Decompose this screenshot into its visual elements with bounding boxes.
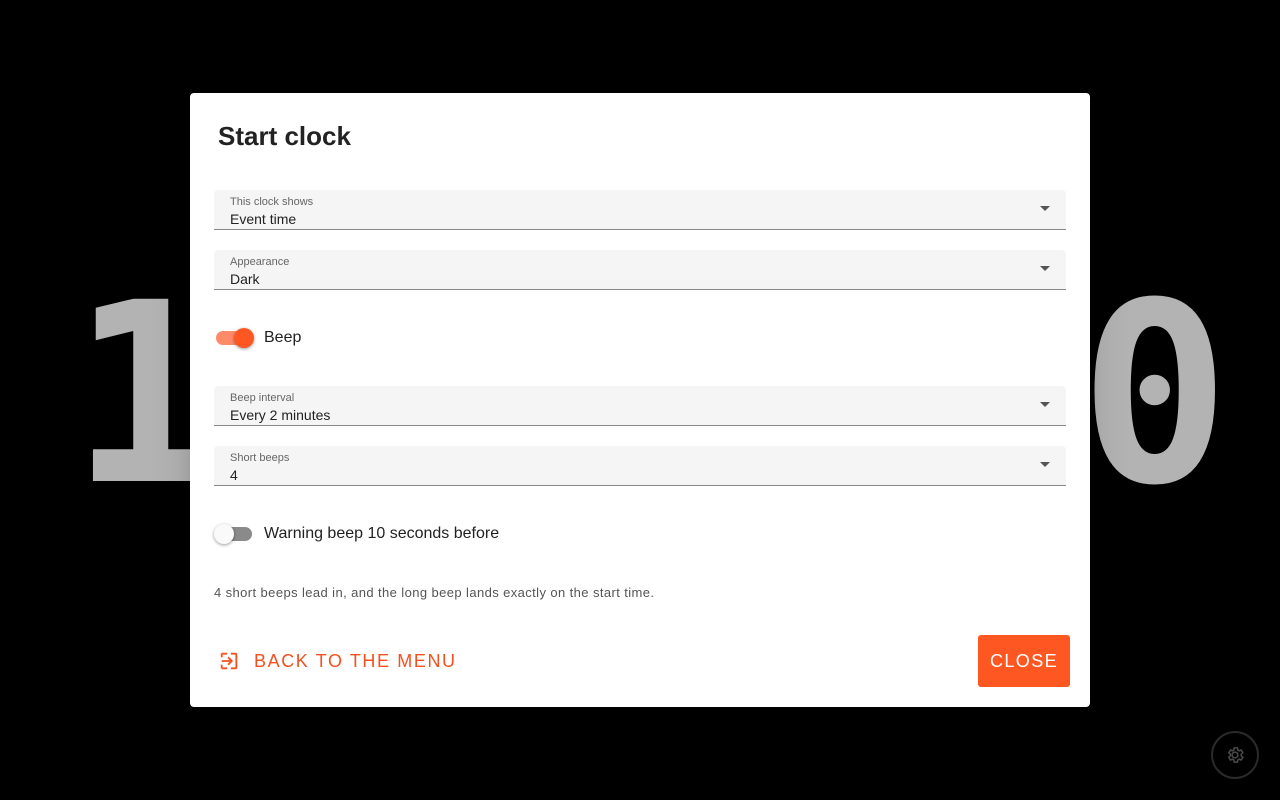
chevron-down-icon	[1040, 206, 1050, 211]
clock-shows-select[interactable]: This clock shows Event time	[214, 190, 1066, 230]
chevron-down-icon	[1040, 402, 1050, 407]
beep-interval-select[interactable]: Beep interval Every 2 minutes	[214, 386, 1066, 426]
select-value: Dark	[230, 271, 260, 287]
close-button[interactable]: CLOSE	[978, 635, 1070, 687]
beep-label: Beep	[264, 329, 302, 346]
settings-button[interactable]	[1211, 731, 1259, 779]
select-label: This clock shows	[230, 196, 314, 208]
select-label: Beep interval	[230, 392, 295, 404]
warning-beep-label: Warning beep 10 seconds before	[264, 525, 500, 542]
warning-beep-toggle[interactable]: Warning beep 10 seconds before	[214, 519, 499, 549]
back-to-menu-label: Back to the menu	[254, 650, 457, 671]
appearance-select[interactable]: Appearance Dark	[214, 250, 1066, 290]
select-label: Short beeps	[230, 452, 290, 464]
clock-screen: 1 0 Start clock This clock shows Event t…	[0, 0, 1280, 800]
short-beeps-select[interactable]: Short beeps 4	[214, 446, 1066, 486]
dialog-title: Start clock	[218, 121, 351, 151]
exit-to-app-icon	[218, 650, 240, 672]
back-to-menu-button[interactable]: Back to the menu	[218, 641, 457, 681]
select-value: Every 2 minutes	[230, 407, 331, 423]
chevron-down-icon	[1040, 462, 1050, 467]
start-clock-dialog: Start clock This clock shows Event time …	[190, 93, 1090, 707]
beep-info-text: 4 short beeps lead in, and the long beep…	[214, 585, 655, 600]
select-value: 4	[230, 467, 238, 483]
switch-thumb	[234, 328, 254, 348]
warning-beep-switch[interactable]	[214, 522, 254, 546]
select-value: Event time	[230, 211, 297, 227]
beep-toggle[interactable]: Beep	[214, 323, 301, 353]
select-label: Appearance	[230, 256, 290, 268]
clock-digit-right: 0	[1079, 249, 1230, 540]
chevron-down-icon	[1040, 266, 1050, 271]
switch-thumb	[214, 524, 234, 544]
beep-switch[interactable]	[214, 326, 254, 350]
gear-icon	[1227, 747, 1244, 763]
